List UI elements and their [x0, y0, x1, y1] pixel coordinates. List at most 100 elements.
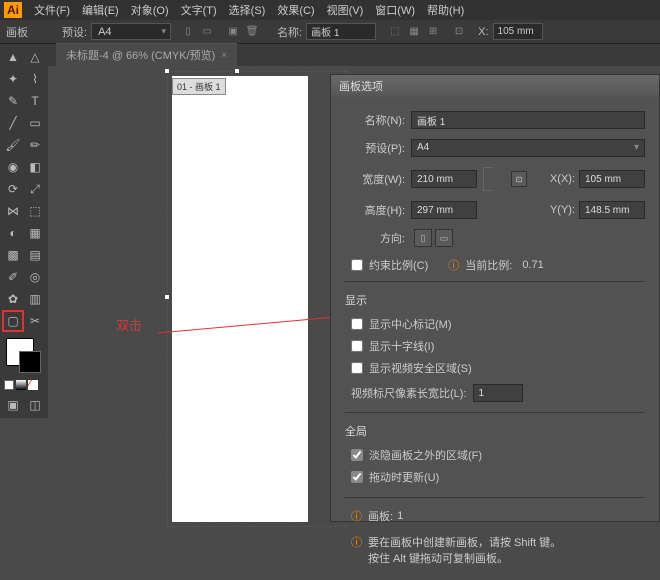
ref-grid[interactable]: ⊡: [450, 23, 468, 41]
color-mode-icon[interactable]: [4, 380, 14, 390]
ref-point-icon[interactable]: ▦: [405, 23, 423, 41]
width-tool[interactable]: ⋈: [2, 200, 24, 222]
panel-label: 画板: [6, 24, 28, 40]
global-section-title: 全局: [345, 423, 645, 439]
fill-swatch[interactable]: [6, 338, 34, 366]
close-icon[interactable]: ×: [221, 50, 227, 61]
x-field[interactable]: [579, 170, 645, 188]
lasso-tool[interactable]: ⌇: [24, 68, 46, 90]
fade-checkbox[interactable]: [351, 449, 363, 461]
handle-tc[interactable]: [234, 68, 240, 74]
options-icon[interactable]: ⊞: [424, 23, 442, 41]
handle-tl[interactable]: [164, 68, 170, 74]
x-field-label: X(X):: [531, 173, 575, 185]
artboard-label: 01 - 画板 1: [172, 78, 226, 95]
pencil-tool[interactable]: ✏: [24, 134, 46, 156]
free-transform-tool[interactable]: ⬚: [24, 200, 46, 222]
show-center-label: 显示中心标记(M): [369, 316, 452, 332]
artboard-tool[interactable]: ▢: [2, 310, 24, 332]
y-field[interactable]: [579, 201, 645, 219]
x-input[interactable]: [493, 23, 543, 40]
rect-tool[interactable]: ▭: [24, 112, 46, 134]
hint-2: 按住 Alt 键拖动可复制画板。: [368, 550, 561, 566]
width-input[interactable]: [411, 170, 477, 188]
handle-ml[interactable]: [164, 294, 170, 300]
menu-help[interactable]: 帮助(H): [421, 0, 470, 20]
delete-artboard-icon[interactable]: 🗑: [243, 23, 261, 41]
type-tool[interactable]: T: [24, 90, 46, 112]
pen-tool[interactable]: ✎: [2, 90, 24, 112]
portrait-icon[interactable]: ▯: [179, 23, 197, 41]
menubar: Ai 文件(F) 编辑(E) 对象(O) 文字(T) 选择(S) 效果(C) 视…: [0, 0, 660, 20]
preset-dropdown[interactable]: A4: [91, 23, 171, 40]
move-with-art-icon[interactable]: ⬚: [386, 23, 404, 41]
menu-type[interactable]: 文字(T): [175, 0, 223, 20]
height-input[interactable]: [411, 201, 477, 219]
magic-wand-tool[interactable]: ✦: [2, 68, 24, 90]
document-tab[interactable]: 未标题-4 @ 66% (CMYK/预览) ×: [56, 43, 237, 66]
slice-tool[interactable]: ✂: [24, 310, 46, 332]
screen-mode-tool[interactable]: ▣: [2, 394, 24, 416]
graph-tool[interactable]: ▥: [24, 288, 46, 310]
constrain-label: 约束比例(C): [369, 257, 428, 273]
menu-object[interactable]: 对象(O): [125, 0, 175, 20]
name-field-label: 名称(N):: [345, 112, 405, 128]
landscape-icon[interactable]: ▭: [198, 23, 216, 41]
constrain-checkbox[interactable]: [351, 259, 363, 271]
ruler-ratio-input[interactable]: [473, 384, 523, 402]
blob-tool[interactable]: ◉: [2, 156, 24, 178]
brush-tool[interactable]: 🖌: [2, 134, 24, 156]
orient-landscape-button[interactable]: ▭: [435, 229, 453, 247]
preset-label: 预设:: [62, 24, 87, 40]
artboard-options-dialog: 画板选项 名称(N): 预设(P): A4 宽度(W): ⊡ X(X): 高度(…: [330, 74, 660, 522]
gradient-mode-icon[interactable]: [16, 380, 26, 390]
update-label: 拖动时更新(U): [369, 469, 439, 485]
eraser-tool[interactable]: ◧: [24, 156, 46, 178]
menu-select[interactable]: 选择(S): [223, 0, 272, 20]
show-cross-checkbox[interactable]: [351, 340, 363, 352]
name-field[interactable]: [411, 111, 645, 129]
dialog-title: 画板选项: [331, 75, 659, 97]
preset-field-dropdown[interactable]: A4: [411, 139, 645, 157]
symbol-tool[interactable]: ✿: [2, 288, 24, 310]
width-label: 宽度(W):: [345, 171, 405, 187]
selection-tool[interactable]: ▲: [2, 46, 24, 68]
y-field-label: Y(Y):: [531, 204, 575, 216]
display-section-title: 显示: [345, 292, 645, 308]
tab-title: 未标题-4 @ 66% (CMYK/预览): [66, 47, 215, 63]
new-artboard-icon[interactable]: ▣: [224, 23, 242, 41]
mesh-tool[interactable]: ▩: [2, 244, 24, 266]
name-input[interactable]: [306, 23, 376, 40]
menu-effect[interactable]: 效果(C): [271, 0, 320, 20]
info-icon: ⓘ: [448, 257, 459, 273]
update-checkbox[interactable]: [351, 471, 363, 483]
gradient-tool[interactable]: ▤: [24, 244, 46, 266]
ref-point-icon[interactable]: ⊡: [511, 171, 527, 187]
direct-select-tool[interactable]: △: [24, 46, 46, 68]
shape-builder-tool[interactable]: ◐: [2, 222, 24, 244]
rotate-tool[interactable]: ⟳: [2, 178, 24, 200]
menu-window[interactable]: 窗口(W): [369, 0, 421, 20]
perspective-tool[interactable]: ▦: [24, 222, 46, 244]
eyedropper-tool[interactable]: ✐: [2, 266, 24, 288]
x-label: X:: [478, 26, 488, 38]
menu-view[interactable]: 视图(V): [321, 0, 370, 20]
line-tool[interactable]: ╱: [2, 112, 24, 134]
info-icon: ⓘ: [351, 534, 362, 566]
show-safe-checkbox[interactable]: [351, 362, 363, 374]
orient-portrait-button[interactable]: ▯: [414, 229, 432, 247]
annotation-text: 双击: [116, 315, 142, 334]
ratio-value: 0.71: [522, 259, 543, 271]
draw-mode-tool[interactable]: ◫: [24, 394, 46, 416]
blend-tool[interactable]: ◎: [24, 266, 46, 288]
menu-file[interactable]: 文件(F): [28, 0, 76, 20]
artboard[interactable]: [172, 76, 308, 522]
menu-edit[interactable]: 编辑(E): [76, 0, 125, 20]
none-mode-icon[interactable]: ⁄: [28, 380, 38, 390]
show-center-checkbox[interactable]: [351, 318, 363, 330]
orientation-icons: ▯ ▭: [179, 23, 216, 41]
height-label: 高度(H):: [345, 202, 405, 218]
app-logo: Ai: [4, 2, 22, 18]
link-icon[interactable]: [483, 167, 493, 191]
scale-tool[interactable]: ⤢: [24, 178, 46, 200]
